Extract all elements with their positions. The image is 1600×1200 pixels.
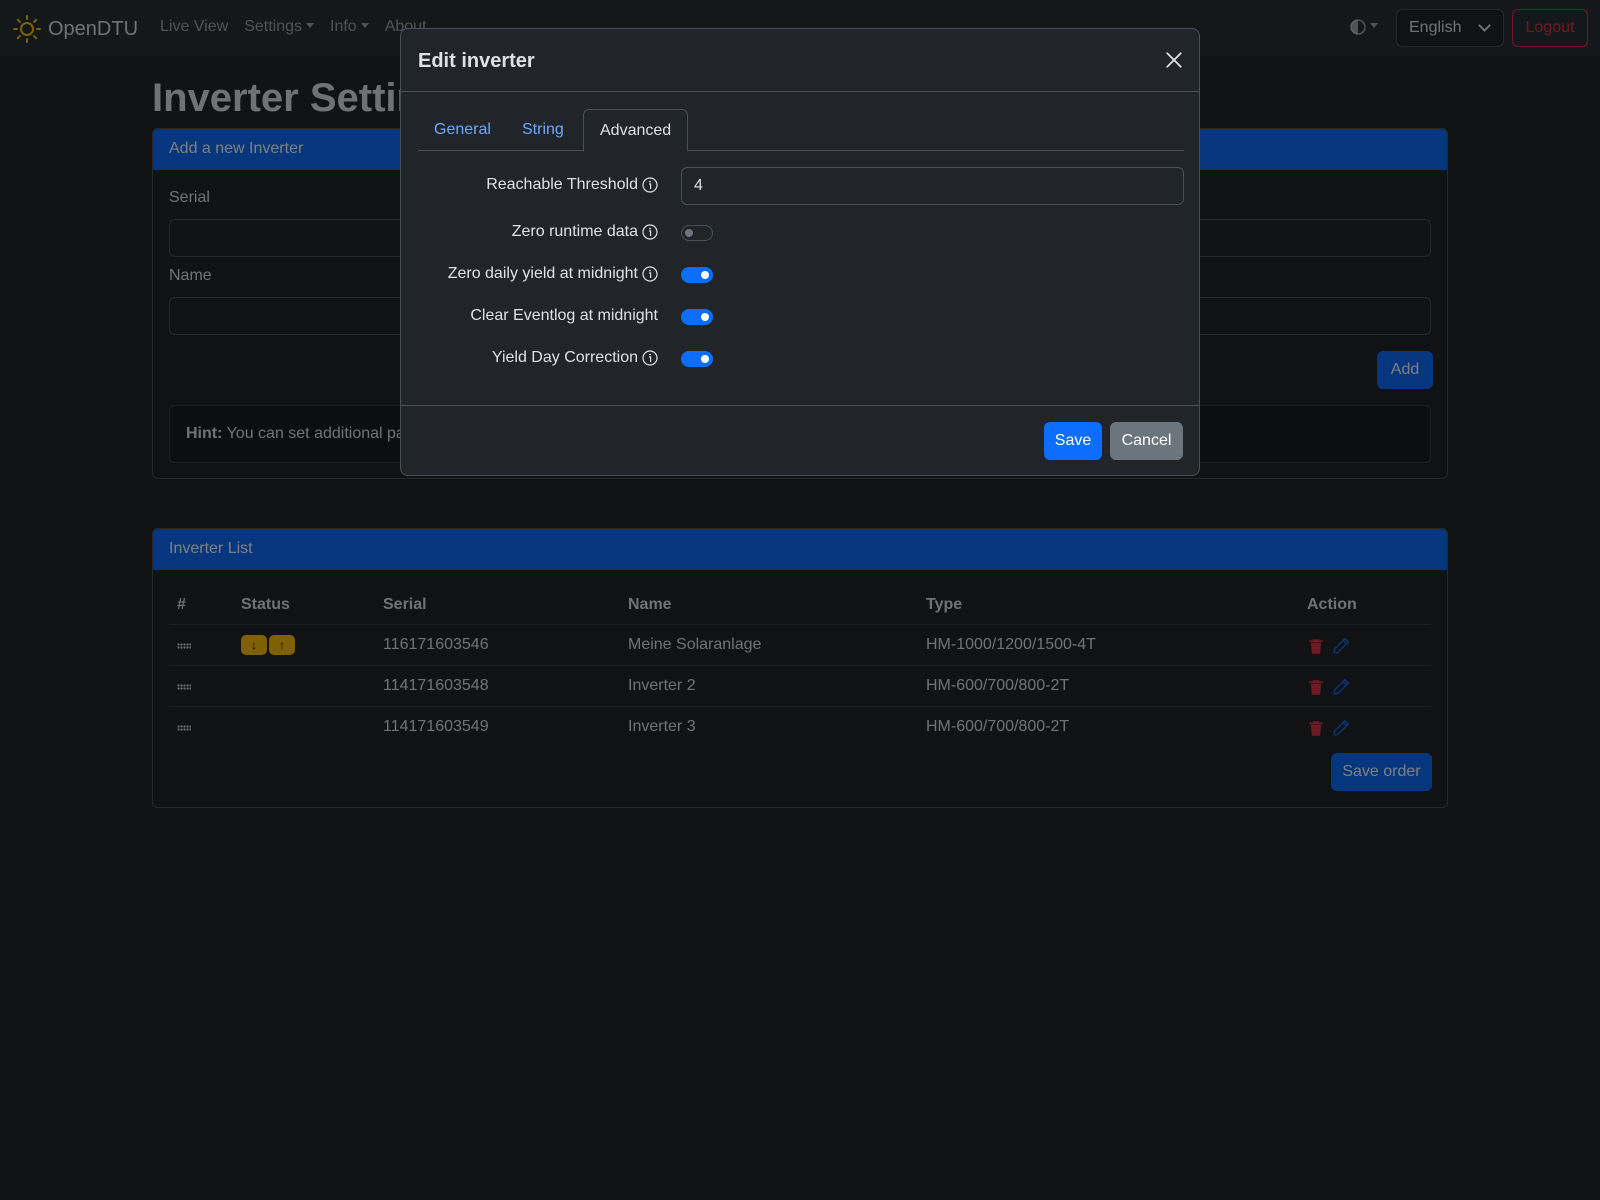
save-button[interactable]: Save bbox=[1044, 422, 1102, 460]
tab-advanced[interactable]: Advanced bbox=[583, 109, 689, 152]
modal-title: Edit inverter bbox=[418, 50, 535, 72]
info-icon[interactable] bbox=[642, 266, 658, 282]
yield-day-switch[interactable] bbox=[681, 351, 713, 367]
yield-day-row: Yield Day Correction bbox=[418, 340, 1184, 378]
zero-daily-row: Zero daily yield at midnight bbox=[418, 256, 1184, 294]
tab-string[interactable]: String bbox=[506, 109, 580, 151]
label-text: Zero runtime data bbox=[511, 223, 638, 240]
modal-tabs: General String Advanced bbox=[418, 109, 1184, 152]
info-icon[interactable] bbox=[642, 224, 658, 240]
info-icon[interactable] bbox=[642, 350, 658, 366]
label-text: Zero daily yield at midnight bbox=[447, 265, 638, 282]
clear-eventlog-row: Clear Eventlog at midnight bbox=[418, 298, 1184, 336]
modal-footer: Save Cancel bbox=[401, 405, 1199, 475]
clear-eventlog-switch[interactable] bbox=[681, 309, 713, 325]
modal-header: Edit inverter bbox=[401, 29, 1199, 92]
label-text: Reachable Threshold bbox=[486, 176, 638, 193]
close-icon[interactable] bbox=[1165, 51, 1183, 69]
info-icon[interactable] bbox=[642, 177, 658, 193]
zero-runtime-row: Zero runtime data bbox=[418, 214, 1184, 252]
yield-day-label: Yield Day Correction bbox=[492, 349, 658, 367]
label-text: Clear Eventlog at midnight bbox=[470, 307, 658, 324]
cancel-button[interactable]: Cancel bbox=[1110, 422, 1183, 460]
reachable-threshold-row: Reachable Threshold bbox=[418, 167, 1184, 205]
zero-runtime-label: Zero runtime data bbox=[512, 223, 658, 241]
zero-daily-switch[interactable] bbox=[681, 267, 713, 283]
edit-inverter-modal: Edit inverter General String Advanced Re… bbox=[400, 28, 1200, 476]
clear-eventlog-label: Clear Eventlog at midnight bbox=[470, 307, 658, 325]
zero-runtime-switch[interactable] bbox=[681, 225, 713, 241]
label-text: Yield Day Correction bbox=[491, 349, 638, 366]
tab-general[interactable]: General bbox=[418, 109, 507, 151]
reachable-threshold-input[interactable] bbox=[681, 167, 1184, 205]
reachable-threshold-label: Reachable Threshold bbox=[486, 176, 658, 194]
zero-daily-label: Zero daily yield at midnight bbox=[448, 265, 658, 283]
